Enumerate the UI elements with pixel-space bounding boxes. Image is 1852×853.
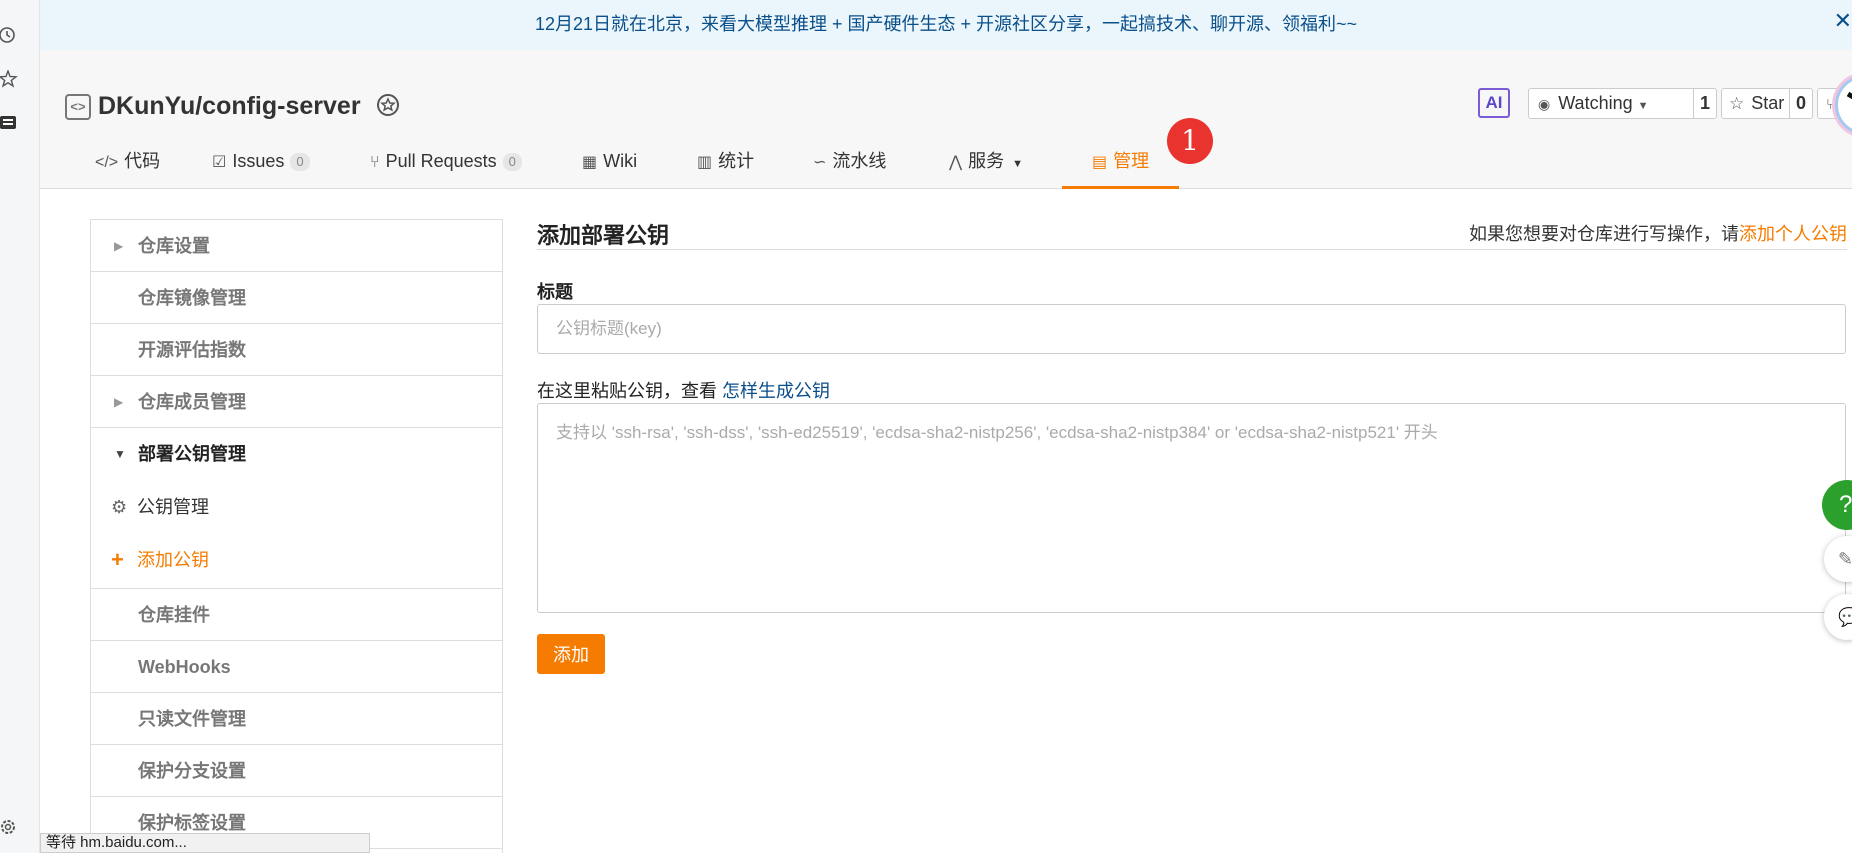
issues-count: 0: [290, 153, 310, 171]
collection-icon[interactable]: [0, 114, 18, 132]
wiki-icon: ▦: [582, 154, 598, 171]
page-title: 添加部署公钥: [537, 223, 670, 248]
sidebar-item-label: 仓库挂件: [138, 605, 210, 625]
key-title-input[interactable]: [537, 304, 1846, 354]
avatar[interactable]: [1835, 75, 1852, 135]
sidebar-item-label: 开源评估指数: [138, 340, 246, 360]
issues-icon: ☑: [212, 154, 227, 171]
hint-text: 如果您想要对仓库进行写操作，请: [1469, 224, 1739, 244]
sidebar-item-repo-settings[interactable]: ▶ 仓库设置: [91, 220, 502, 272]
tab-label: 流水线: [832, 151, 887, 171]
tab-manage[interactable]: ▤ 管理: [1062, 138, 1180, 189]
star-count: 0: [1788, 89, 1812, 118]
add-personal-key-link[interactable]: 添加个人公钥: [1739, 224, 1847, 244]
sidebar-item-widgets[interactable]: 仓库挂件: [91, 589, 502, 641]
pulse-icon: ⋀: [949, 154, 963, 171]
chart-icon: ▥: [697, 154, 713, 171]
sidebar-item-label: WebHooks: [138, 657, 231, 677]
caret-down-icon: ▼: [114, 447, 126, 461]
watch-count: 1: [1692, 89, 1716, 118]
ai-button[interactable]: AI: [1478, 88, 1510, 118]
star-label: Star: [1751, 93, 1785, 113]
caret-right-icon: ▶: [114, 239, 124, 253]
tab-label: 统计: [718, 151, 755, 171]
sidebar-item-label: 只读文件管理: [138, 709, 246, 729]
step-marker-1: 1: [1167, 118, 1213, 164]
watch-button[interactable]: ◉ Watching ▼ 1: [1528, 88, 1717, 119]
tab-label: Issues: [232, 151, 285, 171]
key-field-label: 在这里粘贴公钥，查看 怎样生成公钥: [537, 377, 830, 403]
title-divider: [537, 249, 1847, 250]
sidebar-item-readonly-files[interactable]: 只读文件管理: [91, 693, 502, 745]
logo-icon: [1846, 91, 1852, 100]
chevron-down-icon: ▼: [1637, 100, 1649, 112]
sidebar-item-label: 部署公钥管理: [138, 444, 246, 464]
code-icon: </>: [95, 154, 119, 171]
sidebar-item-members[interactable]: ▶ 仓库成员管理: [91, 376, 502, 428]
fork-icon: ⑂: [1826, 96, 1836, 113]
sidebar-item-deploy-keys[interactable]: ▼ 部署公钥管理: [91, 428, 502, 480]
tab-label: 代码: [124, 151, 161, 171]
sidebar-item-label: 公钥管理: [137, 497, 209, 517]
sidebar-item-label: 仓库镜像管理: [138, 288, 246, 308]
tab-label: Wiki: [603, 151, 638, 171]
sidebar-item-label: 添加公钥: [137, 550, 209, 570]
sidebar-item-oss-index[interactable]: 开源评估指数: [91, 324, 502, 376]
sidebar-item-label: 保护分支设置: [138, 761, 246, 781]
watch-label: Watching: [1558, 93, 1633, 113]
settings-icon[interactable]: [0, 818, 18, 836]
gear-icon: ⚙: [111, 497, 128, 517]
sidebar-item-label: 仓库设置: [138, 236, 210, 256]
tab-services[interactable]: ⋀ 服务 ▼: [949, 138, 1023, 189]
tab-label: 管理: [1113, 151, 1150, 171]
tab-issues[interactable]: ☑ Issues 0: [212, 138, 310, 189]
sidebar-item-webhooks[interactable]: WebHooks: [91, 641, 502, 693]
announcement-banner: 12月21日就在北京，来看大模型推理 + 国产硬件生态 + 开源社区分享，一起搞…: [40, 0, 1852, 50]
tab-pull-requests[interactable]: ⑂ Pull Requests 0: [370, 138, 522, 189]
tab-stats[interactable]: ▥ 统计: [697, 138, 754, 189]
repo-header: <> DKunYu/config-server AI ◉ Watching ▼ …: [40, 50, 1852, 189]
repo-icon: <>: [65, 94, 91, 120]
pr-count: 0: [502, 153, 522, 171]
eye-icon: ◉: [1538, 96, 1551, 112]
sidebar-item-protected-branches[interactable]: 保护分支设置: [91, 745, 502, 797]
tab-label: 服务: [968, 151, 1005, 171]
write-access-hint: 如果您想要对仓库进行写操作，请添加个人公钥: [1469, 220, 1847, 246]
tab-wiki[interactable]: ▦ Wiki: [582, 138, 637, 189]
star-icon: ☆: [1729, 94, 1745, 113]
key-label-text: 在这里粘贴公钥，查看: [537, 381, 717, 401]
plus-icon: +: [111, 547, 124, 572]
sidebar-item-mirror[interactable]: 仓库镜像管理: [91, 272, 502, 324]
public-key-textarea[interactable]: [537, 403, 1846, 613]
edit-icon: ✎: [1838, 549, 1852, 569]
pull-request-icon: ⑂: [370, 154, 380, 171]
star-icon[interactable]: [0, 70, 18, 88]
award-badge-icon[interactable]: [374, 92, 402, 120]
repo-tabs: </> 代码 ☑ Issues 0 ⑂ Pull Requests 0 ▦ Wiki ▥ 统计…: [40, 138, 1852, 189]
banner-text[interactable]: 12月21日就在北京，来看大模型推理 + 国产硬件生态 + 开源社区分享，一起搞…: [40, 10, 1852, 36]
tab-label: Pull Requests: [385, 151, 497, 171]
close-icon[interactable]: ✕: [1834, 8, 1852, 34]
settings-sidebar: ▶ 仓库设置 仓库镜像管理 开源评估指数 ▶ 仓库成员管理 ▼ 部署公钥管理 ⚙ 公钥管…: [90, 219, 503, 853]
browser-status-bar: 等待 hm.baidu.com...: [40, 833, 370, 853]
manage-icon: ▤: [1092, 154, 1108, 171]
chat-icon: 💬: [1838, 607, 1852, 627]
chevron-down-icon: ▼: [1012, 158, 1024, 170]
tab-pipeline[interactable]: ∽ 流水线: [813, 138, 886, 189]
caret-right-icon: ▶: [114, 395, 124, 409]
star-button[interactable]: ☆ Star 0: [1721, 88, 1813, 119]
history-icon[interactable]: [0, 26, 18, 44]
title-field-label: 标题: [537, 282, 573, 302]
repo-title[interactable]: DKunYu/config-server: [98, 92, 361, 121]
sidebar-subitem-key-manage[interactable]: ⚙ 公钥管理: [91, 481, 502, 533]
tab-code[interactable]: </> 代码: [95, 138, 160, 189]
pipeline-icon: ∽: [813, 154, 827, 171]
add-key-button[interactable]: 添加: [537, 634, 605, 674]
browser-sidebar: [0, 0, 40, 853]
sidebar-subitem-add-key[interactable]: + 添加公钥: [91, 534, 502, 589]
sidebar-item-label: 仓库成员管理: [138, 392, 246, 412]
how-to-generate-key-link[interactable]: 怎样生成公钥: [722, 381, 830, 401]
